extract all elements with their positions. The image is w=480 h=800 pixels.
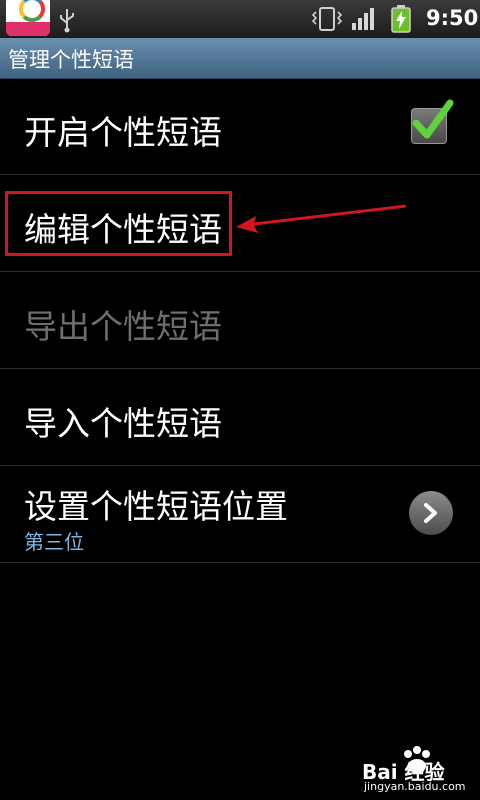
battery-charging-icon (391, 5, 411, 33)
list-item-phrase-position[interactable]: 设置个性短语位置 第三位 (0, 466, 480, 563)
chevron-right-icon (424, 503, 437, 523)
list-item-label: 导出个性短语 (24, 307, 222, 346)
list-item-label: 导入个性短语 (24, 404, 222, 443)
usb-icon (60, 9, 74, 33)
watermark: Bai 经验 jingyan.baidu.com (362, 746, 474, 794)
vibrate-icon (311, 7, 343, 31)
list-item-import-phrases[interactable]: 导入个性短语 (0, 369, 480, 466)
list-item-summary: 第三位 (24, 530, 84, 554)
list-item-label: 开启个性短语 (24, 113, 222, 152)
checkmark-icon (412, 99, 454, 139)
title-bar: 管理个性短语 (0, 38, 480, 79)
arrow-icon (236, 204, 407, 233)
list-item-label: 设置个性短语位置 (24, 487, 288, 526)
watermark-domain: jingyan.baidu.com (364, 780, 466, 793)
page-title: 管理个性短语 (8, 48, 134, 72)
enable-checkbox[interactable] (411, 99, 454, 144)
app-icon (6, 0, 50, 36)
status-bar: 9:50 (0, 0, 480, 38)
list-item-enable-phrases[interactable]: 开启个性短语 (0, 78, 480, 175)
highlight-box (5, 191, 232, 256)
chevron-right-button[interactable] (409, 491, 453, 535)
list-item-export-phrases: 导出个性短语 (0, 272, 480, 369)
clock: 9:50 (426, 6, 479, 30)
signal-icon (352, 8, 374, 30)
